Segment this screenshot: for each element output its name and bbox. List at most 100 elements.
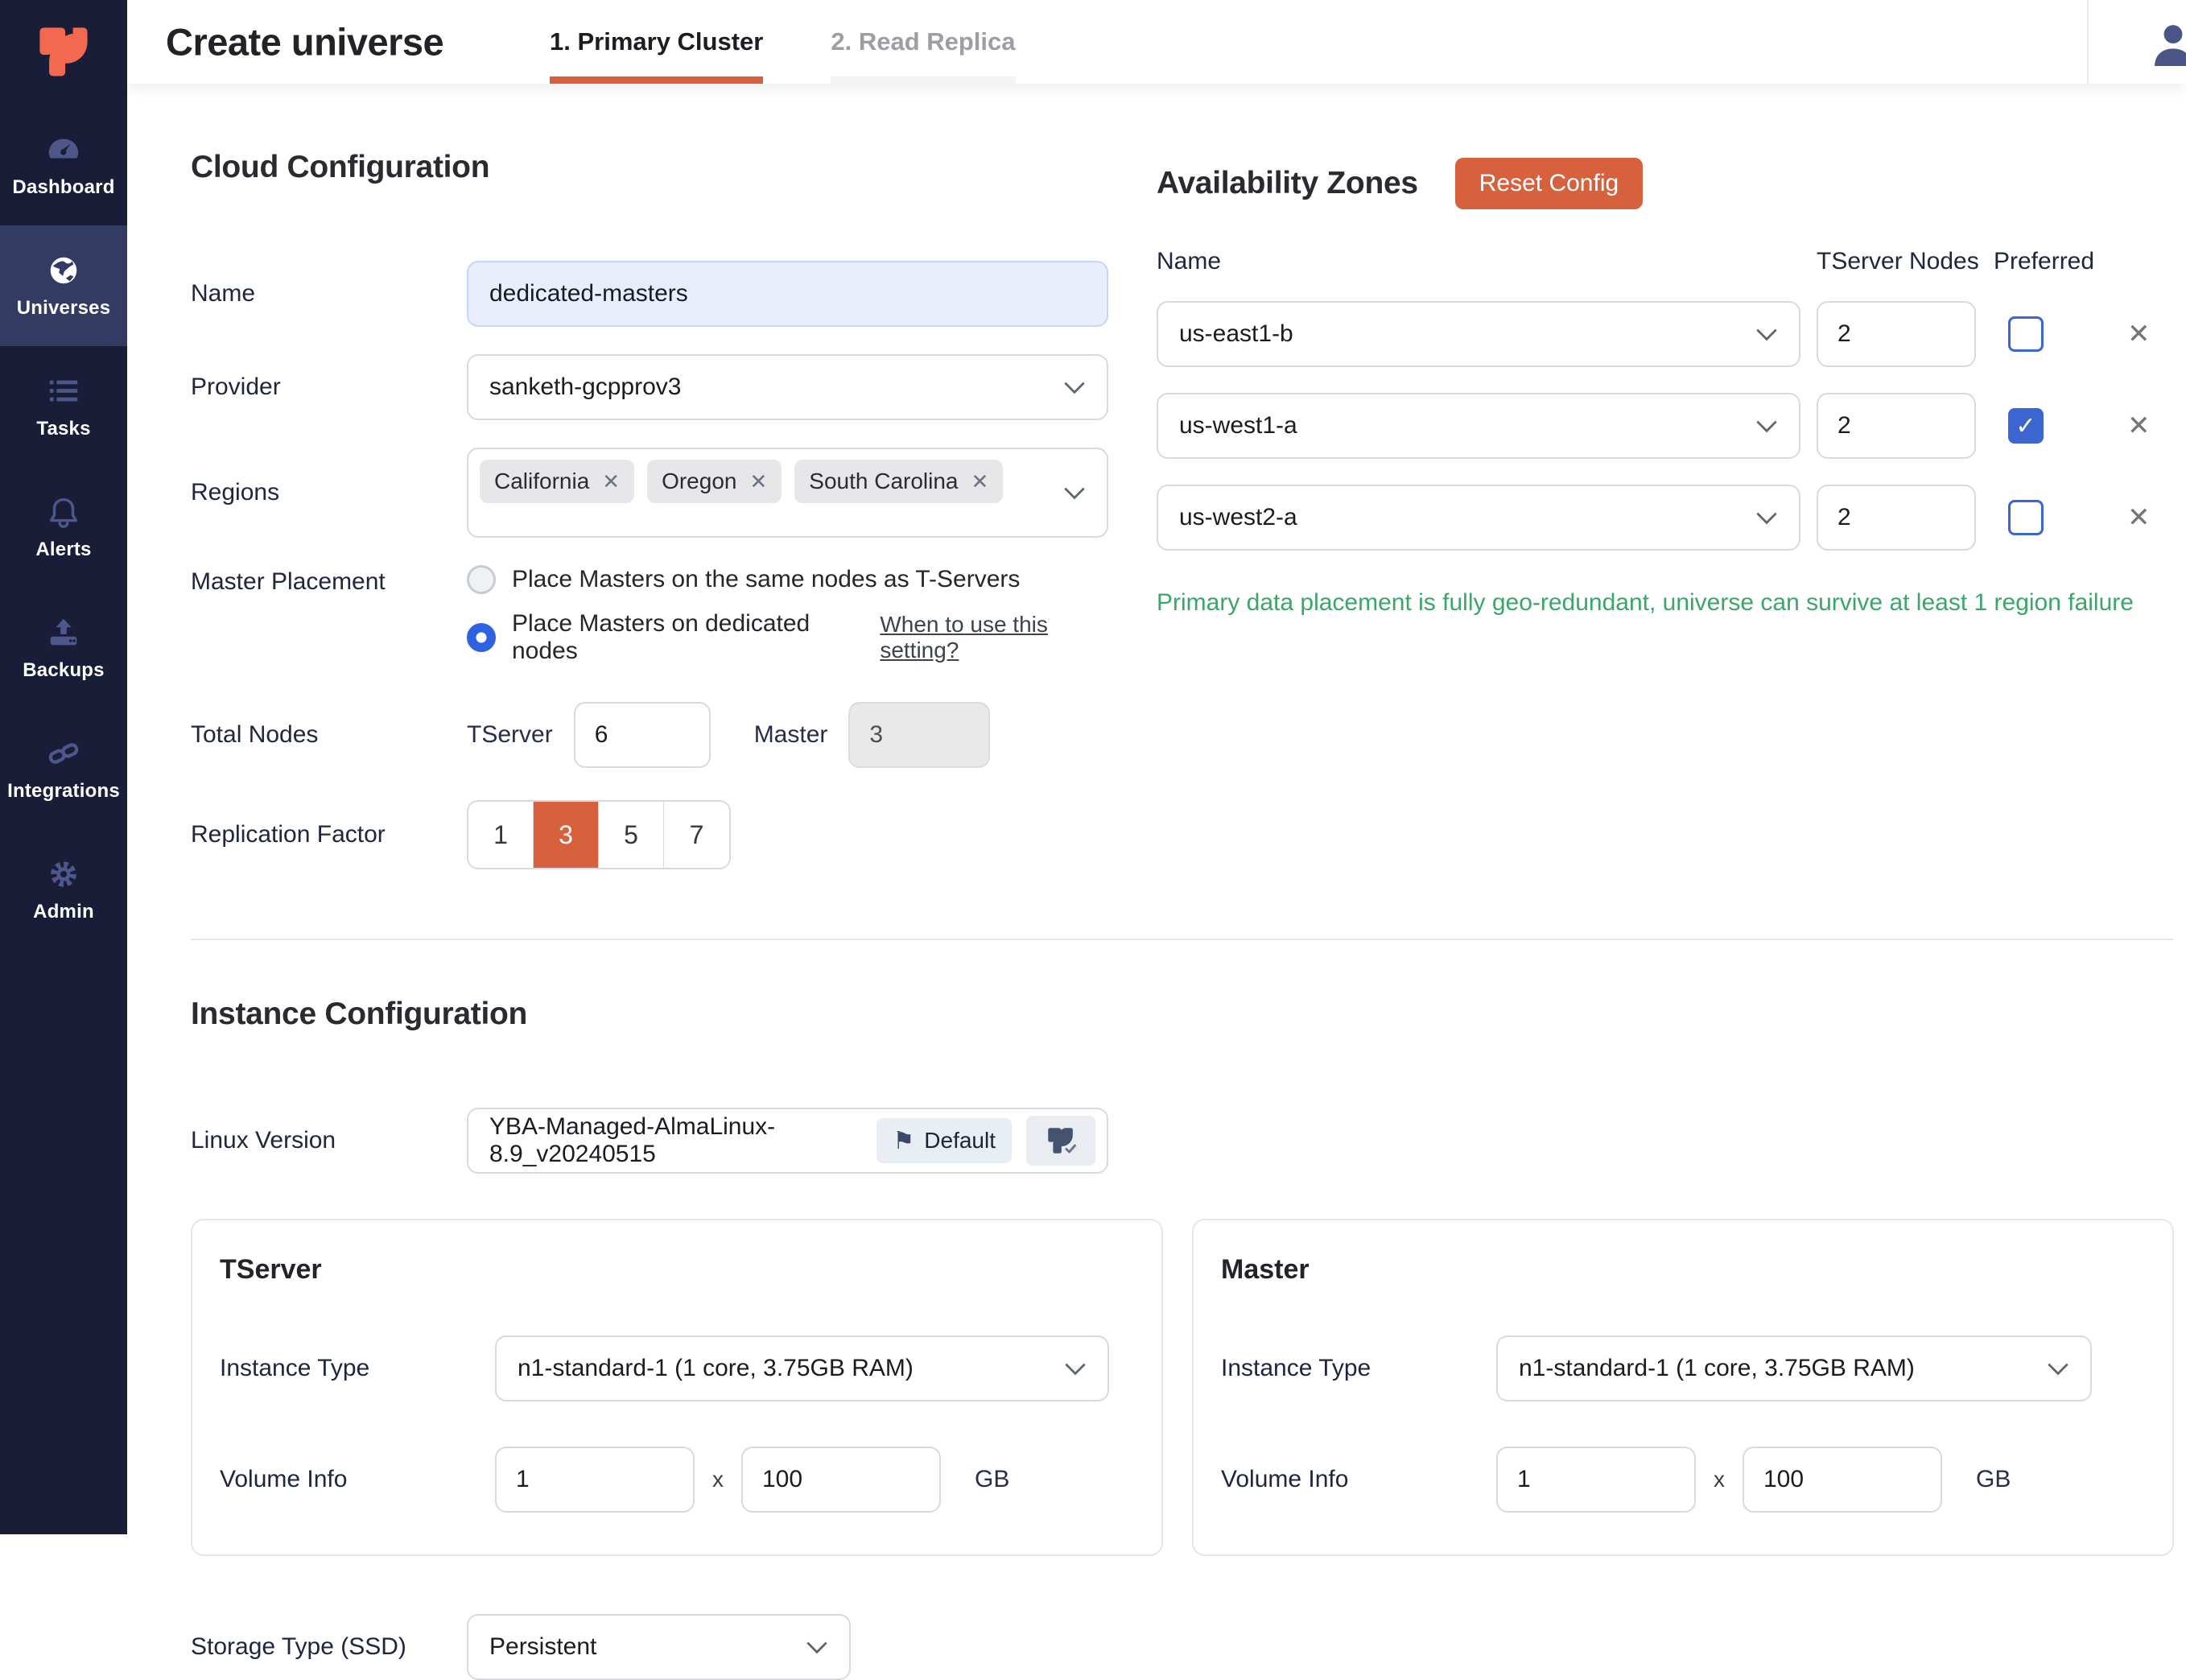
storage-type-value: Persistent bbox=[489, 1633, 596, 1661]
tab-primary-cluster[interactable]: 1. Primary Cluster bbox=[550, 0, 763, 84]
az-nodes-input[interactable] bbox=[1817, 301, 1976, 367]
sidebar: Dashboard Universes Tasks Alerts Backups bbox=[0, 0, 127, 1534]
gear-icon bbox=[45, 856, 82, 893]
universe-name-input[interactable]: dedicated-masters bbox=[467, 261, 1108, 327]
master-volume-size-input[interactable] bbox=[1743, 1447, 1942, 1513]
az-name-select[interactable]: us-east1-b bbox=[1157, 301, 1800, 367]
remove-region-icon[interactable]: ✕ bbox=[602, 469, 620, 494]
availability-zones-section: Availability Zones Reset Config Name TSe… bbox=[1157, 150, 2177, 617]
provider-row: Provider sanketh-gcpprov3 bbox=[191, 354, 1108, 420]
tserver-volume-size-input[interactable] bbox=[741, 1447, 941, 1513]
section-divider bbox=[191, 939, 2173, 940]
master-volume-count-input[interactable] bbox=[1496, 1447, 1696, 1513]
az-nodes-input[interactable] bbox=[1817, 485, 1976, 551]
linux-version-label: Linux Version bbox=[191, 1127, 467, 1154]
preferred-checkbox-unchecked[interactable]: ✓ bbox=[2008, 316, 2044, 352]
region-chip-label: California bbox=[494, 469, 589, 494]
chevron-down-icon bbox=[1755, 328, 1778, 341]
sidebar-item-label: Dashboard bbox=[12, 176, 114, 199]
radio-unselected-icon[interactable] bbox=[467, 565, 496, 594]
master-placement-label: Master Placement bbox=[191, 565, 467, 596]
volume-unit: GB bbox=[1976, 1466, 2011, 1493]
provider-value: sanketh-gcpprov3 bbox=[489, 374, 681, 401]
tab-label: 2. Read Replica bbox=[831, 27, 1015, 56]
remove-region-icon[interactable]: ✕ bbox=[749, 469, 767, 494]
remove-az-icon[interactable]: ✕ bbox=[2127, 410, 2151, 442]
sidebar-item-integrations[interactable]: Integrations bbox=[0, 708, 127, 829]
sidebar-item-label: Backups bbox=[23, 659, 104, 682]
az-nodes-input[interactable] bbox=[1817, 393, 1976, 459]
default-badge-label: Default bbox=[924, 1128, 996, 1154]
chevron-down-icon bbox=[1755, 419, 1778, 433]
linux-version-select[interactable]: YBA-Managed-AlmaLinux-8.9_v20240515 ⚑ De… bbox=[467, 1108, 1108, 1174]
preferred-checkbox-unchecked[interactable]: ✓ bbox=[2008, 500, 2044, 535]
remove-az-icon[interactable]: ✕ bbox=[2127, 318, 2151, 350]
main-content: Cloud Configuration Name dedicated-maste… bbox=[127, 84, 2186, 1534]
bell-icon bbox=[45, 493, 82, 530]
region-chip-label: South Carolina bbox=[809, 469, 958, 494]
tserver-volume-count-input[interactable] bbox=[495, 1447, 695, 1513]
master-placement-row: Master Placement Place Masters on the sa… bbox=[191, 565, 1108, 665]
tserver-count-label: TServer bbox=[467, 721, 553, 749]
master-instance-type-row: Instance Type n1-standard-1 (1 core, 3.7… bbox=[1221, 1335, 2145, 1401]
sidebar-item-tasks[interactable]: Tasks bbox=[0, 346, 127, 467]
sidebar-item-universes[interactable]: Universes bbox=[0, 225, 127, 346]
placement-option-same-nodes[interactable]: Place Masters on the same nodes as T-Ser… bbox=[467, 565, 1108, 594]
rf-option-5[interactable]: 5 bbox=[599, 802, 664, 868]
rf-option-7[interactable]: 7 bbox=[664, 802, 729, 868]
volume-info-label: Volume Info bbox=[220, 1466, 495, 1493]
regions-multiselect[interactable]: California ✕ Oregon ✕ South Carolina ✕ bbox=[467, 448, 1108, 538]
tserver-volume-row: Volume Info x GB bbox=[220, 1447, 1134, 1513]
instance-configuration-title: Instance Configuration bbox=[191, 997, 2186, 1032]
tab-label: 1. Primary Cluster bbox=[550, 27, 763, 56]
rf-option-1[interactable]: 1 bbox=[468, 802, 534, 868]
regions-label: Regions bbox=[191, 479, 467, 506]
sidebar-item-admin[interactable]: Admin bbox=[0, 829, 127, 950]
az-col-nodes: TServer Nodes bbox=[1817, 248, 1994, 275]
preferred-checkbox-checked[interactable]: ✓ bbox=[2008, 408, 2044, 444]
tab-read-replica[interactable]: 2. Read Replica bbox=[831, 0, 1015, 84]
provider-select[interactable]: sanketh-gcpprov3 bbox=[467, 354, 1108, 420]
yugabyte-logo[interactable] bbox=[0, 0, 127, 105]
user-avatar-icon[interactable] bbox=[2147, 21, 2186, 66]
az-name-select[interactable]: us-west2-a bbox=[1157, 485, 1800, 551]
when-to-use-link[interactable]: When to use this setting? bbox=[880, 612, 1108, 663]
az-name-value: us-west2-a bbox=[1179, 504, 1297, 531]
az-row: us-east1-b ✓ ✕ bbox=[1157, 301, 2177, 367]
remove-az-icon[interactable]: ✕ bbox=[2127, 502, 2151, 534]
chevron-down-icon bbox=[1755, 511, 1778, 525]
availability-zones-title: Availability Zones bbox=[1157, 166, 1418, 201]
storage-type-select[interactable]: Persistent bbox=[467, 1614, 851, 1680]
master-instance-type-select[interactable]: n1-standard-1 (1 core, 3.75GB RAM) bbox=[1496, 1335, 2092, 1401]
sidebar-item-label: Tasks bbox=[36, 418, 90, 440]
tserver-card-title: TServer bbox=[220, 1254, 1134, 1286]
placement-option-label: Place Masters on dedicated nodes bbox=[512, 610, 846, 665]
rf-option-3-selected[interactable]: 3 bbox=[534, 802, 599, 868]
sidebar-item-alerts[interactable]: Alerts bbox=[0, 467, 127, 588]
placement-option-label: Place Masters on the same nodes as T-Ser… bbox=[512, 566, 1020, 593]
storage-type-label: Storage Type (SSD) bbox=[191, 1633, 467, 1661]
linux-version-value: YBA-Managed-AlmaLinux-8.9_v20240515 bbox=[489, 1113, 876, 1168]
universe-name-value: dedicated-masters bbox=[489, 280, 688, 308]
instance-type-value: n1-standard-1 (1 core, 3.75GB RAM) bbox=[1519, 1355, 1915, 1382]
placement-option-dedicated-nodes[interactable]: Place Masters on dedicated nodes When to… bbox=[467, 610, 1108, 665]
remove-region-icon[interactable]: ✕ bbox=[971, 469, 989, 494]
gauge-icon bbox=[45, 131, 82, 168]
tserver-instance-type-select[interactable]: n1-standard-1 (1 core, 3.75GB RAM) bbox=[495, 1335, 1109, 1401]
sidebar-item-dashboard[interactable]: Dashboard bbox=[0, 105, 127, 225]
header-divider bbox=[2087, 0, 2089, 84]
yb-managed-image-button[interactable] bbox=[1026, 1116, 1095, 1166]
az-name-select[interactable]: us-west1-a bbox=[1157, 393, 1800, 459]
default-badge: ⚑ Default bbox=[876, 1118, 1012, 1163]
volume-info-label: Volume Info bbox=[1221, 1466, 1496, 1493]
sidebar-item-backups[interactable]: Backups bbox=[0, 588, 127, 708]
check-icon: ✓ bbox=[2015, 412, 2035, 440]
radio-selected-icon[interactable] bbox=[467, 623, 496, 652]
region-chip: California ✕ bbox=[480, 460, 634, 503]
az-col-preferred: Preferred bbox=[1994, 248, 2094, 275]
az-row: us-west2-a ✓ ✕ bbox=[1157, 485, 2177, 551]
chevron-down-icon bbox=[806, 1641, 828, 1654]
tserver-nodes-input[interactable] bbox=[574, 702, 711, 768]
reset-config-button[interactable]: Reset Config bbox=[1455, 158, 1643, 209]
chevron-down-icon bbox=[2047, 1362, 2069, 1376]
